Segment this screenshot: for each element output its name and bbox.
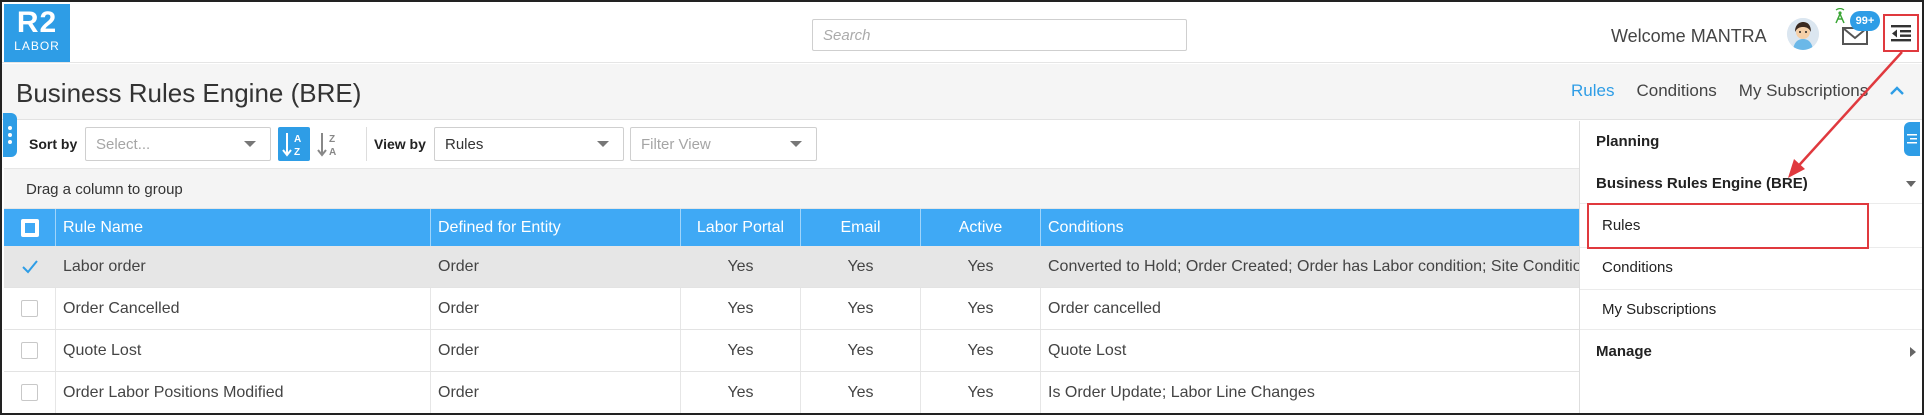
top-bar: R2 LABOR Welcome MANTRA [2, 2, 1922, 63]
cell-active: Yes [921, 372, 1041, 413]
table-row[interactable]: Order Labor Positions Modified Order Yes… [4, 372, 1579, 413]
column-header-entity[interactable]: Defined for Entity [431, 209, 681, 246]
caret-right-icon [1910, 347, 1916, 357]
sort-descending-button[interactable]: Z A [313, 127, 345, 161]
table-row[interactable]: Order Cancelled Order Yes Yes Yes Order … [4, 288, 1579, 330]
cell-conditions: Converted to Hold; Order Created; Order … [1048, 257, 1579, 275]
cell-active: Yes [921, 246, 1041, 287]
sort-by-select[interactable]: Select... [85, 127, 271, 161]
cell-email: Yes [801, 288, 921, 329]
highlight-rules-box [1587, 203, 1869, 249]
tab-conditions[interactable]: Conditions [1636, 81, 1716, 101]
row-checkbox[interactable] [4, 246, 56, 287]
row-checkbox[interactable] [4, 372, 56, 413]
chevron-down-icon [790, 141, 802, 147]
app-logo[interactable]: R2 LABOR [4, 4, 70, 62]
view-by-label: View by [374, 136, 426, 152]
cell-entity: Order [431, 330, 681, 371]
sort-ascending-button[interactable]: A Z [278, 127, 310, 161]
annotation-arrow [1788, 51, 1903, 178]
svg-text:A: A [329, 147, 336, 158]
cell-email: Yes [801, 246, 921, 287]
group-drop-hint: Drag a column to group [26, 181, 183, 198]
table-row[interactable]: Quote Lost Order Yes Yes Yes Quote Lost [4, 330, 1579, 372]
table-row[interactable]: Labor order Order Yes Yes Yes Converted … [4, 246, 1579, 288]
tab-rules[interactable]: Rules [1571, 81, 1614, 101]
page-header: Business Rules Engine (BRE) Rules Condit… [2, 64, 1922, 120]
svg-text:Z: Z [329, 134, 335, 145]
welcome-text: Welcome MANTRA [1611, 26, 1767, 46]
row-checkbox[interactable] [4, 288, 56, 329]
user-avatar[interactable] [1787, 18, 1819, 50]
view-by-select-value: Rules [445, 136, 484, 153]
cell-entity: Order [431, 288, 681, 329]
nav-item-manage-label: Manage [1596, 343, 1652, 360]
cell-labor-portal: Yes [681, 246, 801, 287]
cell-entity: Order [431, 246, 681, 287]
svg-text:Z: Z [294, 147, 300, 158]
indent-menu-icon [1891, 25, 1911, 42]
svg-text:A: A [294, 134, 301, 145]
select-all-checkbox[interactable] [4, 209, 56, 246]
side-menu-toggle-button[interactable] [1883, 14, 1919, 52]
cell-email: Yes [801, 372, 921, 413]
cell-conditions: Quote Lost [1048, 341, 1127, 359]
cell-rule-name: Quote Lost [56, 330, 431, 371]
search-input[interactable] [812, 19, 1187, 51]
column-header-active[interactable]: Active [921, 209, 1041, 246]
filter-view-select[interactable]: Filter View [630, 127, 817, 161]
cell-labor-portal: Yes [681, 288, 801, 329]
toolbar-divider [366, 127, 367, 161]
checkmark-icon [21, 259, 38, 273]
chevron-down-icon [597, 141, 609, 147]
sort-az-icon: A Z [282, 133, 301, 158]
cell-active: Yes [921, 288, 1041, 329]
cell-conditions: Is Order Update; Labor Line Changes [1048, 383, 1315, 401]
cell-rule-name: Order Cancelled [56, 288, 431, 329]
view-by-select[interactable]: Rules [434, 127, 624, 161]
nav-item-manage[interactable]: Manage [1580, 343, 1922, 360]
app-window: R2 LABOR Welcome MANTRA [0, 0, 1924, 415]
cell-labor-portal: Yes [681, 372, 801, 413]
logo-mark: R2 [16, 6, 58, 39]
nav-item-conditions[interactable]: Conditions [1580, 259, 1922, 276]
filter-view-select-value: Filter View [641, 136, 711, 153]
column-header-rule-name[interactable]: Rule Name [56, 209, 431, 246]
left-panel-handle[interactable] [3, 113, 17, 157]
column-header-labor-portal[interactable]: Labor Portal [681, 209, 801, 246]
row-checkbox[interactable] [4, 330, 56, 371]
sort-za-icon: Z A [317, 133, 336, 158]
chevron-down-icon [244, 141, 256, 147]
column-header-email[interactable]: Email [801, 209, 921, 246]
column-header-conditions[interactable]: Conditions [1041, 209, 1579, 246]
cell-rule-name: Labor order [56, 246, 431, 287]
rules-grid: Rule Name Defined for Entity Labor Porta… [4, 209, 1579, 413]
cell-email: Yes [801, 330, 921, 371]
cell-conditions: Order cancelled [1048, 299, 1161, 317]
cell-entity: Order [431, 372, 681, 413]
grid-header-row: Rule Name Defined for Entity Labor Porta… [4, 209, 1579, 246]
logo-subtitle: LABOR [14, 39, 60, 53]
mail-count-badge: 99+ [1850, 11, 1880, 31]
group-drop-area[interactable]: Drag a column to group [4, 168, 1579, 209]
cell-rule-name: Order Labor Positions Modified [56, 372, 431, 413]
cell-active: Yes [921, 330, 1041, 371]
page-title: Business Rules Engine (BRE) [16, 78, 362, 108]
grid-toolbar: Sort by Select... A Z Z A View by Rules [17, 121, 1579, 168]
sort-by-select-value: Select... [96, 136, 151, 153]
sort-by-label: Sort by [29, 136, 78, 152]
cell-labor-portal: Yes [681, 330, 801, 371]
nav-item-my-subscriptions[interactable]: My Subscriptions [1580, 301, 1922, 318]
